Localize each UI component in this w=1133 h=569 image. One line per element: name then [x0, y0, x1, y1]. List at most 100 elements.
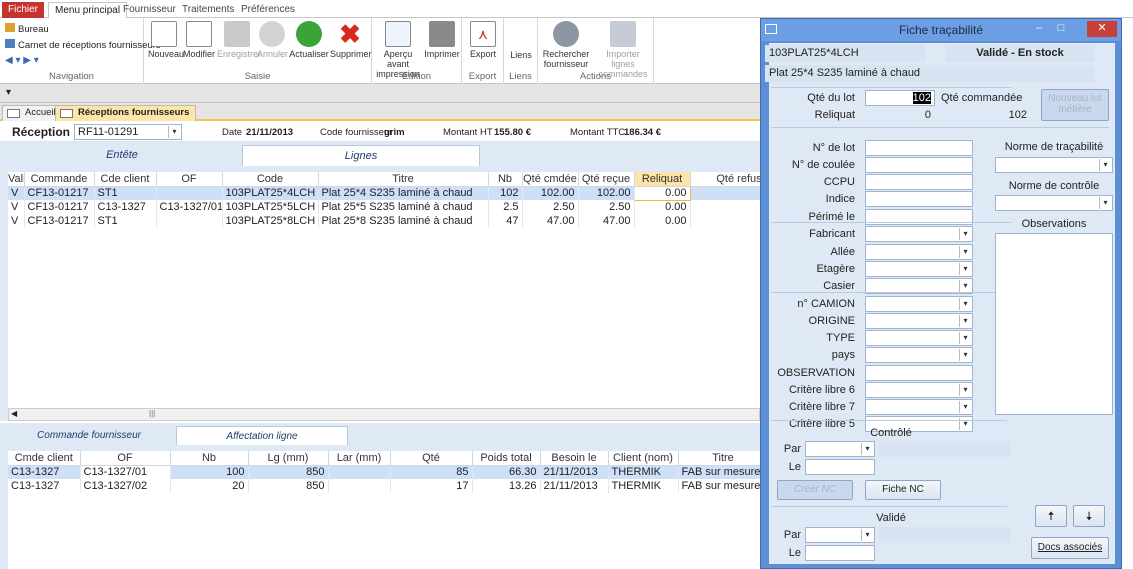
- table-cell[interactable]: 13.26: [472, 479, 541, 493]
- tab-accueil[interactable]: Accueil: [2, 105, 63, 121]
- table-cell[interactable]: 0.00: [634, 200, 691, 214]
- table-cell[interactable]: Plat 25*8 S235 laminé à chaud: [318, 214, 489, 228]
- tab-fournisseur[interactable]: Fournisseur: [117, 2, 182, 18]
- table-cell[interactable]: 2.50: [578, 200, 635, 214]
- field-input[interactable]: [865, 191, 973, 207]
- column-header[interactable]: Cde client: [94, 172, 157, 187]
- table-cell[interactable]: V: [8, 186, 25, 200]
- table-cell[interactable]: C13-1327/02: [80, 479, 171, 493]
- column-header[interactable]: OF: [80, 451, 171, 466]
- enregistrer-button[interactable]: Enregistrer: [217, 21, 261, 59]
- table-cell[interactable]: THERMIK: [608, 465, 679, 479]
- scroll-left-icon[interactable]: ◀: [11, 409, 17, 418]
- table-cell[interactable]: FAB sur mesure: [678, 465, 760, 479]
- tab-entete[interactable]: Entête: [2, 145, 242, 166]
- field-select[interactable]: ▾: [865, 296, 973, 312]
- actualiser-button[interactable]: Actualiser: [289, 21, 329, 59]
- table-cell[interactable]: [690, 186, 760, 200]
- tab-receptions-fournisseurs[interactable]: Réceptions fournisseurs: [55, 105, 197, 121]
- rechercher-fournisseur-button[interactable]: Rechercher fournisseur: [540, 21, 592, 69]
- field-select[interactable]: ▾: [865, 399, 973, 415]
- table-row[interactable]: V CF13-01217 ST1 103PLAT25*8LCH Plat 25*8 S2…: [8, 214, 760, 228]
- qte-lot-input[interactable]: 102: [865, 90, 935, 106]
- table-cell[interactable]: 85: [390, 465, 473, 479]
- table-cell[interactable]: [328, 479, 391, 493]
- table-cell[interactable]: C13-1327: [94, 200, 157, 214]
- table-cell[interactable]: 47: [488, 214, 523, 228]
- column-header[interactable]: Nb: [170, 451, 249, 466]
- table-cell[interactable]: C13-1327: [8, 465, 81, 479]
- field-select[interactable]: ▾: [865, 226, 973, 242]
- annuler-button[interactable]: Annuler: [257, 21, 288, 59]
- column-header[interactable]: Nb: [488, 172, 523, 187]
- column-header[interactable]: Valid: [8, 172, 25, 187]
- table-cell[interactable]: [156, 214, 223, 228]
- table-cell[interactable]: 0.00: [634, 214, 691, 228]
- column-header[interactable]: OF: [156, 172, 223, 187]
- field-select[interactable]: ▾: [865, 347, 973, 363]
- valide-le-input[interactable]: [805, 545, 875, 561]
- table-row[interactable]: V CF13-01217 C13-1327 C13-1327/01 103PLAT25*…: [8, 200, 760, 214]
- column-header[interactable]: Client (nom): [608, 451, 679, 466]
- controle-le-input[interactable]: [805, 459, 875, 475]
- table-cell[interactable]: 47.00: [522, 214, 579, 228]
- minimize-icon[interactable]: –: [1031, 22, 1047, 36]
- imprimer-button[interactable]: Imprimer: [424, 21, 460, 59]
- modifier-button[interactable]: Modifier: [182, 21, 216, 59]
- nouveau-button[interactable]: Nouveau: [148, 21, 184, 59]
- table-cell[interactable]: 17: [390, 479, 473, 493]
- table-row[interactable]: C13-1327 C13-1327/01 100 850 85 66.30 21/11/20…: [8, 465, 760, 479]
- export-button[interactable]: ⋏ Export: [466, 21, 500, 59]
- table-cell[interactable]: C13-1327/01: [80, 465, 171, 479]
- tab-menu-principal[interactable]: Menu principal: [48, 2, 128, 18]
- field-select[interactable]: ▾: [865, 261, 973, 277]
- docs-associes-button[interactable]: Docs associés: [1031, 537, 1109, 559]
- table-cell[interactable]: Plat 25*4 S235 laminé à chaud: [318, 186, 489, 200]
- field-input[interactable]: [865, 365, 973, 381]
- table-cell[interactable]: 850: [248, 479, 329, 493]
- maximize-icon[interactable]: □: [1053, 22, 1069, 36]
- tab-traitements[interactable]: Traitements: [176, 2, 240, 18]
- table-cell[interactable]: C13-1327/01: [156, 200, 223, 214]
- column-header[interactable]: Code: [222, 172, 319, 187]
- controle-par-select[interactable]: ▾: [805, 441, 875, 457]
- column-header[interactable]: Titre: [678, 451, 760, 466]
- table-cell[interactable]: [690, 200, 760, 214]
- table-cell[interactable]: 103PLAT25*4LCH: [222, 186, 319, 200]
- table-cell[interactable]: 102: [488, 186, 523, 200]
- tab-commande-fournisseur[interactable]: Commande fournisseur: [2, 426, 176, 447]
- table-cell[interactable]: 0.00: [633, 185, 691, 201]
- column-header[interactable]: Titre: [318, 172, 489, 187]
- column-header[interactable]: Besoin le: [540, 451, 609, 466]
- table-cell[interactable]: CF13-01217: [24, 214, 95, 228]
- column-header[interactable]: Commande: [24, 172, 95, 187]
- tab-affectation-ligne[interactable]: Affectation ligne: [176, 426, 348, 447]
- table-cell[interactable]: 66.30: [472, 465, 541, 479]
- dialog-titlebar[interactable]: Fiche traçabilité – □ ✕: [761, 19, 1121, 41]
- table-cell[interactable]: [690, 214, 760, 228]
- table-cell[interactable]: 20: [170, 479, 249, 493]
- liens-button[interactable]: Liens: [506, 50, 536, 60]
- table-cell[interactable]: V: [8, 200, 25, 214]
- column-header[interactable]: Qté: [390, 451, 473, 466]
- table-cell[interactable]: FAB sur mesure: [678, 479, 760, 493]
- field-select[interactable]: ▾: [865, 313, 973, 329]
- column-header[interactable]: Qté refus: [690, 172, 760, 187]
- fiche-nc-button[interactable]: Fiche NC: [865, 480, 941, 500]
- creer-nc-button[interactable]: Créer NC: [777, 480, 853, 500]
- valide-par-select[interactable]: ▾: [805, 527, 875, 543]
- table-row[interactable]: V CF13-01217 ST1 103PLAT25*4LCH Plat 25*4 S2…: [8, 185, 760, 201]
- norme-tracabilite-select[interactable]: ▾: [995, 157, 1113, 173]
- field-select[interactable]: ▾: [865, 382, 973, 398]
- table-cell[interactable]: 21/11/2013: [540, 479, 609, 493]
- table-cell[interactable]: CF13-01217: [24, 200, 95, 214]
- field-input[interactable]: [865, 140, 973, 156]
- column-header[interactable]: Qté reçue: [578, 172, 635, 187]
- reception-select[interactable]: RF11-01291 ▾: [74, 124, 182, 140]
- table-cell[interactable]: 103PLAT25*8LCH: [222, 214, 319, 228]
- tab-preferences[interactable]: Préférences: [235, 2, 301, 18]
- column-header[interactable]: Lar (mm): [328, 451, 391, 466]
- collapse-arrow-icon[interactable]: ▾: [6, 87, 11, 98]
- table-cell[interactable]: 850: [248, 465, 329, 479]
- table-cell[interactable]: 2.5: [488, 200, 523, 214]
